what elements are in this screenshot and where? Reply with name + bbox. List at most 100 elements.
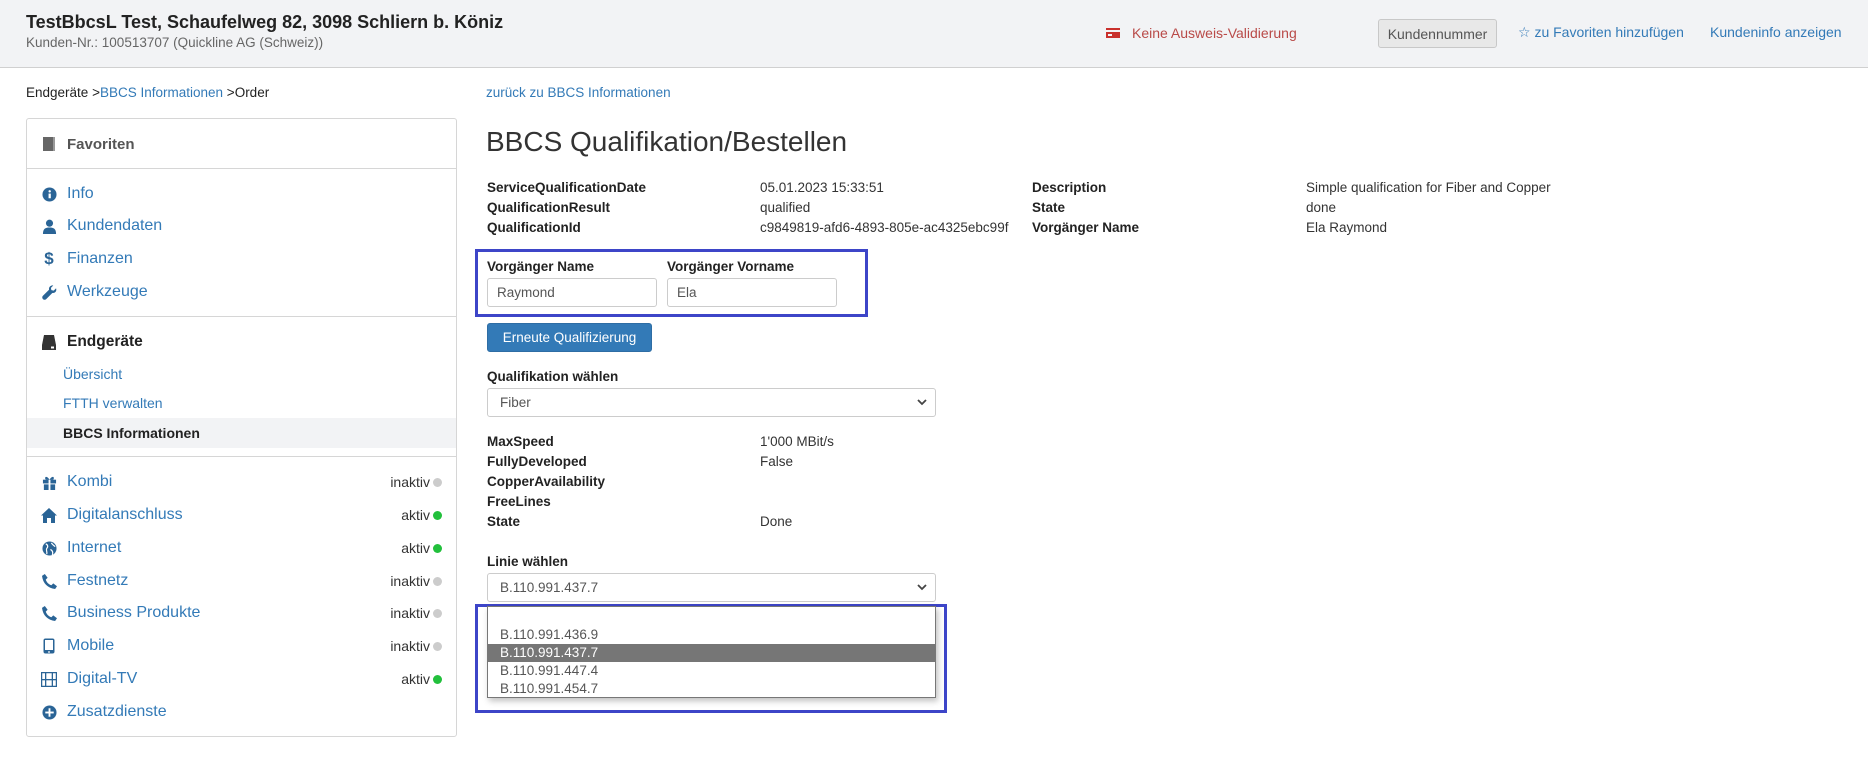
sidebar-section-endgeraete[interactable]: Endgeräte bbox=[27, 329, 456, 355]
sidebar-item-mobile[interactable]: Mobile inaktiv bbox=[27, 633, 456, 659]
sidebar-item-label: Digital-TV bbox=[67, 670, 138, 687]
sidebar-item-label: Digitalanschluss bbox=[67, 506, 183, 523]
predecessor-name-label: Vorgänger Name bbox=[487, 259, 595, 274]
line-detail-keys: MaxSpeed FullyDeveloped CopperAvailabili… bbox=[487, 432, 757, 532]
sidebar-divider bbox=[27, 456, 456, 457]
customer-header: TestBbcsL Test, Schaufelweg 82, 3098 Sch… bbox=[0, 0, 1868, 68]
line-detail-value bbox=[760, 492, 1030, 512]
show-customer-info-link[interactable]: Kundeninfo anzeigen bbox=[1710, 24, 1842, 40]
breadcrumb: Endgeräte >BBCS Informationen >Order bbox=[26, 85, 269, 100]
status-badge: inaktiv bbox=[390, 638, 442, 654]
customer-number-button[interactable]: Kundennummer bbox=[1378, 19, 1497, 48]
sidebar-divider bbox=[27, 168, 456, 169]
customer-subtitle: Kunden-Nr.: 100513707 (Quickline AG (Sch… bbox=[26, 35, 324, 50]
qualification-value: Simple qualification for Fiber and Coppe… bbox=[1306, 180, 1551, 195]
sidebar-section-label: Endgeräte bbox=[67, 333, 143, 350]
line-option[interactable]: B.110.991.436.9 bbox=[488, 626, 935, 644]
id-validation-warning[interactable]: Keine Ausweis-Validierung bbox=[1106, 25, 1297, 41]
phone-icon bbox=[41, 573, 57, 589]
status-text: inaktiv bbox=[390, 573, 430, 589]
qualification-value: c9849819-afd6-4893-805e-ac4325ebc99f bbox=[760, 220, 1009, 235]
sidebar-favorites-label: Favoriten bbox=[67, 135, 135, 153]
qualification-keys-left: ServiceQualificationDate QualificationRe… bbox=[487, 178, 757, 238]
sidebar-item-digitalanschluss[interactable]: Digitalanschluss aktiv bbox=[27, 502, 456, 528]
qualification-values-left: 05.01.2023 15:33:51 qualified c9849819-a… bbox=[760, 178, 1030, 238]
line-detail-values: 1'000 MBit/s False Done bbox=[760, 432, 1030, 532]
breadcrumb-item-bbcs-informationen[interactable]: BBCS Informationen bbox=[100, 85, 223, 100]
sidebar: Favoriten Info Kundendaten $ Finanzen We… bbox=[26, 118, 457, 737]
sidebar-item-internet[interactable]: Internet aktiv bbox=[27, 535, 456, 561]
sidebar-item-zusatzdienste[interactable]: Zusatzdienste bbox=[27, 699, 456, 725]
qualification-key: ServiceQualificationDate bbox=[487, 180, 647, 195]
requalify-button[interactable]: Erneute Qualifizierung bbox=[487, 323, 652, 352]
status-badge: aktiv bbox=[401, 671, 442, 687]
back-to-bbcs-link[interactable]: zurück zu BBCS Informationen bbox=[486, 85, 671, 100]
home-icon bbox=[41, 507, 57, 523]
qualification-select[interactable]: Fiber bbox=[487, 388, 936, 417]
status-dot bbox=[433, 608, 442, 618]
sidebar-item-kundendaten[interactable]: Kundendaten bbox=[27, 213, 456, 239]
sidebar-item-finanzen[interactable]: $ Finanzen bbox=[27, 246, 456, 272]
status-text: aktiv bbox=[401, 540, 430, 556]
hdd-icon bbox=[41, 334, 57, 350]
breadcrumb-item-order: Order bbox=[234, 85, 270, 100]
phone-icon bbox=[41, 605, 57, 621]
status-dot bbox=[433, 543, 442, 553]
sidebar-favorites[interactable]: Favoriten bbox=[27, 131, 456, 157]
sidebar-item-festnetz[interactable]: Festnetz inaktiv bbox=[27, 568, 456, 594]
qualification-value: done bbox=[1306, 200, 1337, 215]
sidebar-item-digital-tv[interactable]: Digital-TV aktiv bbox=[27, 666, 456, 692]
sidebar-item-label: Business Produkte bbox=[67, 604, 201, 621]
predecessor-name-input[interactable] bbox=[487, 278, 657, 307]
line-option[interactable]: B.110.991.447.4 bbox=[488, 662, 935, 680]
qualification-value: Ela Raymond bbox=[1306, 220, 1388, 235]
line-detail-key: MaxSpeed bbox=[487, 434, 554, 449]
sidebar-subitem-bbcs-informationen[interactable]: BBCS Informationen bbox=[27, 418, 456, 448]
sidebar-subitem-label: FTTH verwalten bbox=[63, 395, 163, 411]
sidebar-item-label: Info bbox=[67, 185, 94, 202]
qualification-values-right: Simple qualification for Fiber and Coppe… bbox=[1306, 178, 1686, 238]
predecessor-firstname-input[interactable] bbox=[667, 278, 837, 307]
line-detail-value: 1'000 MBit/s bbox=[760, 434, 834, 449]
chevron-down-icon bbox=[917, 399, 927, 406]
line-detail-value: Done bbox=[760, 514, 793, 529]
id-validation-warning-label: Keine Ausweis-Validierung bbox=[1132, 25, 1297, 41]
sidebar-item-kombi[interactable]: Kombi inaktiv bbox=[27, 469, 456, 495]
sidebar-item-label: Kombi bbox=[67, 473, 113, 490]
user-icon bbox=[41, 219, 57, 234]
sidebar-subitem-uebersicht[interactable]: Übersicht bbox=[27, 361, 456, 387]
book-icon bbox=[41, 136, 57, 152]
breadcrumb-separator: > bbox=[226, 85, 235, 100]
line-select-label: Linie wählen bbox=[487, 554, 569, 569]
qualification-key: Description bbox=[1032, 180, 1107, 195]
sidebar-item-label: Kundendaten bbox=[67, 217, 163, 234]
qualification-keys-right: Description State Vorgänger Name bbox=[1032, 178, 1302, 238]
status-badge: inaktiv bbox=[390, 474, 442, 490]
add-to-favorites-link[interactable]: ☆ zu Favoriten hinzufügen bbox=[1518, 24, 1684, 41]
sidebar-item-label: Finanzen bbox=[67, 250, 133, 267]
line-option-empty[interactable] bbox=[488, 608, 935, 626]
line-detail-value bbox=[760, 472, 1030, 492]
line-select-dropdown: B.110.991.436.9 B.110.991.437.7 B.110.99… bbox=[487, 606, 936, 698]
status-dot bbox=[433, 674, 442, 684]
globe-icon bbox=[41, 540, 57, 556]
line-option[interactable]: B.110.991.454.7 bbox=[488, 680, 935, 698]
line-detail-key: FreeLines bbox=[487, 494, 551, 509]
sidebar-item-business-produkte[interactable]: Business Produkte inaktiv bbox=[27, 600, 456, 626]
sidebar-item-info[interactable]: Info bbox=[27, 181, 456, 207]
sidebar-item-label: Festnetz bbox=[67, 572, 129, 589]
status-dot bbox=[433, 477, 442, 487]
line-detail-value: False bbox=[760, 454, 794, 469]
line-detail-key: State bbox=[487, 514, 521, 529]
status-text: inaktiv bbox=[390, 605, 430, 621]
sidebar-item-label: Mobile bbox=[67, 637, 115, 654]
line-select[interactable]: B.110.991.437.7 bbox=[487, 573, 936, 602]
line-option-selected[interactable]: B.110.991.437.7 bbox=[488, 644, 935, 662]
sidebar-subitem-ftth-verwalten[interactable]: FTTH verwalten bbox=[27, 390, 456, 416]
sidebar-item-werkzeuge[interactable]: Werkzeuge bbox=[27, 279, 456, 305]
breadcrumb-separator: > bbox=[92, 85, 100, 100]
dollar-icon: $ bbox=[44, 249, 54, 268]
mobile-icon bbox=[41, 638, 57, 654]
breadcrumb-item-endgeraete: Endgeräte bbox=[26, 85, 89, 100]
sidebar-item-label: Zusatzdienste bbox=[67, 703, 167, 720]
